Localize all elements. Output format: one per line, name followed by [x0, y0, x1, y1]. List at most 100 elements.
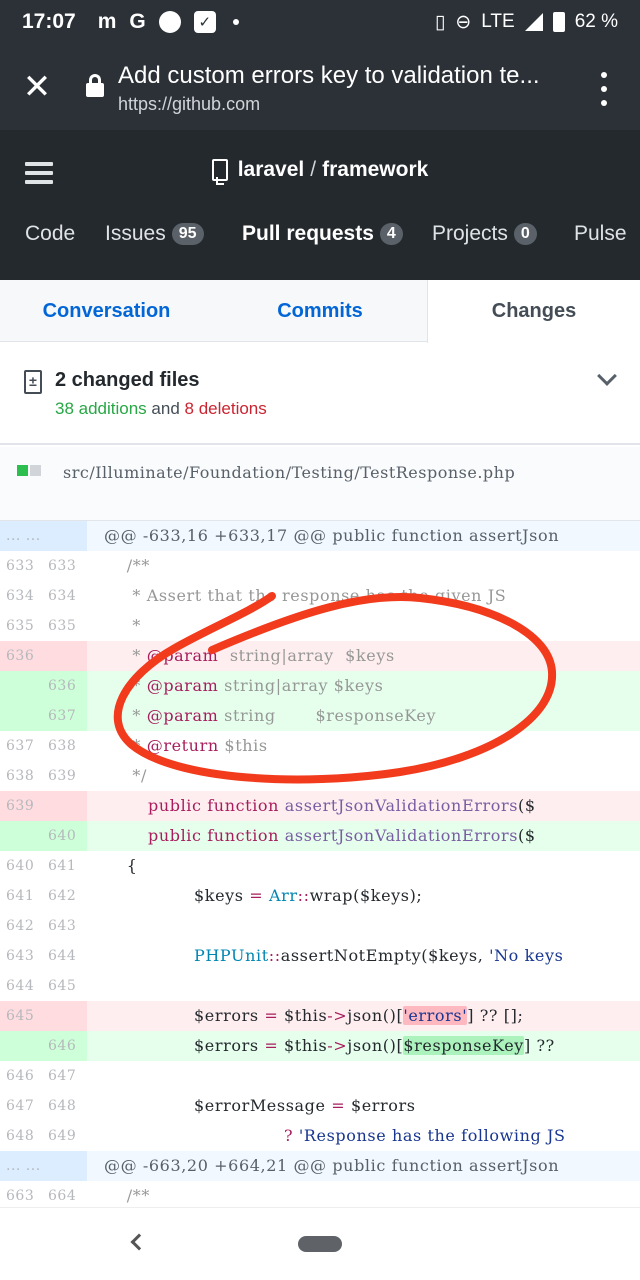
old-line-number[interactable]: 640: [6, 851, 34, 881]
code-line: $errors = $this->json()['errors'] ?? [];: [194, 1001, 523, 1031]
new-line-number[interactable]: 648: [48, 1091, 76, 1121]
diff-line: 634 634 * Assert that the response has t…: [0, 581, 640, 611]
new-line-number[interactable]: 664: [48, 1181, 76, 1207]
new-line-number[interactable]: 634: [48, 581, 76, 611]
chevron-down-icon[interactable]: [597, 366, 617, 386]
tab-code[interactable]: Code: [25, 222, 75, 246]
code-token: *: [104, 676, 147, 695]
home-pill-icon[interactable]: [298, 1236, 342, 1252]
new-line-number[interactable]: 639: [48, 761, 76, 791]
old-line-number[interactable]: 644: [6, 971, 34, 1001]
new-line-number[interactable]: 640: [48, 821, 76, 851]
notification-circle-icon: [158, 11, 181, 33]
tab-pull-requests[interactable]: Pull requests 4: [242, 222, 403, 246]
old-line-number[interactable]: 638: [6, 761, 34, 791]
added-line: 636 * @param string|array $keys: [0, 671, 640, 701]
page-url[interactable]: https://github.com: [118, 94, 260, 115]
code-line: $keys = Arr::wrap($keys);: [194, 881, 422, 911]
code-line: $errorMessage = $errors: [194, 1091, 416, 1121]
diff-line: 641 642 $keys = Arr::wrap($keys);: [0, 881, 640, 911]
old-line-number[interactable]: 641: [6, 881, 34, 911]
new-line-number[interactable]: 638: [48, 731, 76, 761]
old-line-number[interactable]: 663: [6, 1181, 34, 1207]
new-line-number[interactable]: 644: [48, 941, 76, 971]
android-nav-bar: [0, 1207, 640, 1280]
new-line-number[interactable]: 649: [48, 1121, 76, 1151]
code-token: $keys: [194, 886, 244, 905]
hunk-expand[interactable]: ... ...: [6, 1151, 41, 1181]
repo-name-link[interactable]: framework: [322, 158, 428, 182]
operator: ->: [327, 1036, 348, 1055]
tab-conversation[interactable]: Conversation: [0, 280, 213, 342]
network-type: LTE: [481, 11, 515, 32]
old-line-number[interactable]: 647: [6, 1091, 34, 1121]
tab-changes[interactable]: Changes: [427, 280, 640, 343]
stats-conjunction: and: [151, 399, 180, 418]
old-line-number[interactable]: 639: [6, 791, 34, 821]
close-icon[interactable]: ✕: [20, 70, 54, 104]
more-options-icon[interactable]: [596, 72, 612, 106]
diffstat-icon: [17, 465, 41, 476]
old-line-number[interactable]: 642: [6, 911, 34, 941]
pr-tabs: Conversation Commits Changes: [0, 280, 640, 343]
hunk-expand[interactable]: ... ...: [6, 521, 41, 551]
diff-line: 643 644 PHPUnit::assertNotEmpty($keys, '…: [0, 941, 640, 971]
status-bar: 17:07 m G ✓ ▯ ⊖ LTE 62 %: [0, 0, 640, 44]
old-line-number[interactable]: 635: [6, 611, 34, 641]
old-line-number[interactable]: 633: [6, 551, 34, 581]
old-line-number[interactable]: 643: [6, 941, 34, 971]
hunk-header[interactable]: ... ... @@ -663,20 +664,21 @@ public fun…: [0, 1151, 640, 1181]
projects-counter: 0: [513, 223, 537, 245]
tab-commits[interactable]: Commits: [213, 280, 427, 342]
diff-summary[interactable]: ± 2 changed files 38 additions and 8 del…: [0, 343, 640, 445]
file-header[interactable]: src/Illuminate/Foundation/Testing/TestRe…: [0, 447, 640, 521]
code-token: *: [104, 736, 147, 755]
status-time: 17:07: [22, 10, 76, 33]
page-title[interactable]: Add custom errors key to validation te..…: [118, 62, 566, 90]
back-icon[interactable]: [130, 1233, 148, 1251]
new-line-number[interactable]: 641: [48, 851, 76, 881]
new-line-number[interactable]: 633: [48, 551, 76, 581]
lock-icon[interactable]: [86, 74, 104, 98]
code-line: /**: [104, 1186, 150, 1205]
tab-code-label: Code: [25, 222, 76, 245]
new-line-number[interactable]: 645: [48, 971, 76, 1001]
do-not-disturb-icon: ⊖: [455, 11, 472, 33]
code-token: wrap($keys);: [309, 886, 423, 905]
added-line: 640 public function assertJsonValidation…: [0, 821, 640, 851]
new-line-number[interactable]: 646: [48, 1031, 76, 1061]
deleted-line: 639 public function assertJsonValidation…: [0, 791, 640, 821]
old-line-number[interactable]: 634: [6, 581, 34, 611]
hunk-header[interactable]: ... ... @@ -633,16 +633,17 @@ public fun…: [0, 521, 640, 551]
new-line-number[interactable]: 636: [48, 671, 76, 701]
code-line: ? 'Response has the following JS: [284, 1121, 566, 1151]
gmail-icon: m: [97, 10, 117, 33]
tab-issues[interactable]: Issues 95: [105, 222, 204, 246]
old-line-number[interactable]: 645: [6, 1001, 34, 1031]
new-line-number[interactable]: 643: [48, 911, 76, 941]
new-line-number[interactable]: 637: [48, 701, 76, 731]
repo-owner-link[interactable]: laravel: [238, 158, 305, 182]
checkbox-notification-icon: ✓: [193, 11, 216, 33]
doc-tag: @param: [146, 706, 219, 725]
old-line-number[interactable]: 636: [6, 641, 34, 671]
old-line-number[interactable]: 648: [6, 1121, 34, 1151]
tab-projects[interactable]: Projects 0: [432, 222, 537, 246]
old-line-number[interactable]: 637: [6, 731, 34, 761]
tab-pulse[interactable]: Pulse: [574, 222, 627, 246]
diff-line: 635 635 *: [0, 611, 640, 641]
file-path[interactable]: src/Illuminate/Foundation/Testing/TestRe…: [63, 461, 623, 485]
battery-icon: [552, 12, 565, 32]
code-line: *: [104, 616, 142, 635]
code-line: public function assertJsonValidationErro…: [148, 821, 536, 851]
notification-icons: m G ✓: [98, 10, 239, 34]
more-notifications-icon: [232, 19, 239, 25]
google-icon: G: [129, 10, 146, 33]
code-token: ] ?? [];: [467, 1006, 524, 1025]
code-token: string|array $keys: [218, 676, 384, 695]
new-line-number[interactable]: 642: [48, 881, 76, 911]
repo-nav: Code Issues 95 Pull requests 4 Projects 0 P…: [0, 222, 640, 254]
new-line-number[interactable]: 647: [48, 1061, 76, 1091]
new-line-number[interactable]: 635: [48, 611, 76, 641]
old-line-number[interactable]: 646: [6, 1061, 34, 1091]
